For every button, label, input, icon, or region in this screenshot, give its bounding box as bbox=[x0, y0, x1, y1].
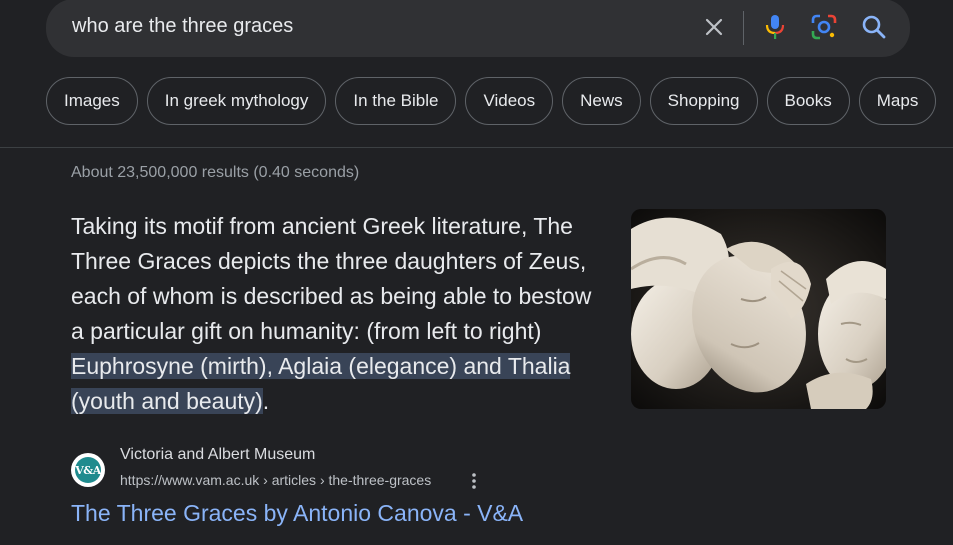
snippet-highlighted-answer: Euphrosyne (mirth), Aglaia (elegance) an… bbox=[71, 353, 571, 414]
header-divider bbox=[0, 147, 953, 148]
results-stats: About 23,500,000 results (0.40 seconds) bbox=[71, 164, 360, 181]
snippet-text: Taking its motif from ancient Greek lite… bbox=[71, 213, 592, 344]
more-options-icon[interactable] bbox=[467, 470, 481, 492]
result-source[interactable]: V&A Victoria and Albert Museum https://w… bbox=[71, 445, 571, 497]
site-name: Victoria and Albert Museum bbox=[120, 446, 316, 463]
chip-videos[interactable]: Videos bbox=[465, 77, 554, 125]
close-icon[interactable] bbox=[702, 15, 726, 39]
search-results-page: who are the three graces Images In greek… bbox=[0, 0, 953, 545]
google-lens-icon[interactable] bbox=[810, 13, 838, 41]
search-icon[interactable] bbox=[860, 13, 888, 41]
search-bar[interactable]: who are the three graces bbox=[46, 0, 910, 57]
search-bar-divider bbox=[743, 11, 744, 45]
microphone-icon[interactable] bbox=[762, 13, 788, 41]
result-title-link[interactable]: The Three Graces by Antonio Canova - V&A bbox=[71, 500, 523, 527]
chip-books[interactable]: Books bbox=[766, 77, 850, 125]
vam-logo-icon: V&A bbox=[75, 457, 101, 483]
featured-snippet-image[interactable] bbox=[631, 209, 886, 409]
chip-shopping[interactable]: Shopping bbox=[649, 77, 758, 125]
snippet-text-end: . bbox=[262, 388, 270, 414]
search-filter-chips: Images In greek mythology In the Bible V… bbox=[46, 77, 937, 127]
search-input[interactable]: who are the three graces bbox=[72, 15, 293, 38]
chip-in-greek-mythology[interactable]: In greek mythology bbox=[146, 77, 327, 125]
chip-maps[interactable]: Maps bbox=[858, 77, 937, 125]
chip-images[interactable]: Images bbox=[46, 77, 138, 125]
featured-snippet-text: Taking its motif from ancient Greek lite… bbox=[71, 209, 601, 419]
chip-news[interactable]: News bbox=[562, 77, 641, 125]
site-url: https://www.vam.ac.uk › articles › the-t… bbox=[120, 472, 432, 488]
site-favicon: V&A bbox=[71, 453, 105, 487]
chip-in-the-bible[interactable]: In the Bible bbox=[335, 77, 457, 125]
